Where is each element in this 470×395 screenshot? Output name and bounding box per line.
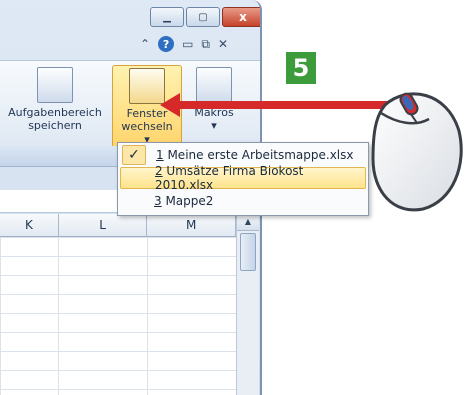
- macros-button[interactable]: Makros ▾: [186, 65, 242, 132]
- column-header-row: K L M: [0, 214, 236, 237]
- column-header-l[interactable]: L: [59, 214, 148, 236]
- ribbon-minimize-icon[interactable]: ▭: [182, 37, 193, 51]
- scroll-up-icon[interactable]: ▲: [237, 214, 259, 231]
- menu-item-1-key: 1: [156, 148, 164, 162]
- close-button[interactable]: x: [222, 7, 260, 27]
- minimize-icon: ▁: [163, 11, 171, 23]
- menu-item-2-label: Umsätze Firma Biokost 2010.xlsx: [154, 164, 304, 192]
- pointer-arrow-icon: [160, 93, 180, 117]
- save-workspace-icon: [37, 67, 73, 103]
- check-icon: ✓: [122, 145, 146, 165]
- maximize-button[interactable]: ▢: [186, 7, 220, 27]
- minimize-button[interactable]: ▁: [150, 7, 184, 27]
- menu-item-2-key: 2: [154, 164, 163, 178]
- ribbon-close-icon[interactable]: ✕: [218, 37, 228, 51]
- ribbon-top-controls: ⌃ ? ▭ ⧉ ✕: [140, 36, 228, 52]
- macros-icon: [196, 67, 232, 103]
- close-icon: x: [239, 10, 247, 24]
- scroll-thumb[interactable]: [240, 233, 256, 271]
- step-badge: 5: [286, 52, 316, 84]
- maximize-icon: ▢: [198, 11, 208, 23]
- save-workspace-label-2: speichern: [28, 119, 82, 132]
- column-header-k[interactable]: K: [0, 214, 59, 236]
- menu-item-3-label: Mappe2: [161, 194, 214, 208]
- menu-item-workbook-2[interactable]: 2 Umsätze Firma Biokost 2010.xlsx: [120, 164, 366, 192]
- save-workspace-button[interactable]: Aufgabenbereich speichern: [6, 65, 104, 132]
- macros-label-2: ▾: [211, 119, 217, 132]
- help-icon[interactable]: ?: [158, 36, 175, 52]
- vertical-scrollbar[interactable]: ▲: [236, 214, 259, 395]
- column-header-m[interactable]: M: [147, 214, 236, 236]
- window-controls: ▁ ▢ x: [150, 7, 260, 27]
- menu-item-workbook-3[interactable]: 3 Mappe2: [120, 191, 366, 211]
- cell-grid[interactable]: [0, 237, 236, 395]
- restore-icon[interactable]: ⧉: [201, 37, 210, 52]
- menu-item-3-key: 3: [154, 194, 162, 208]
- menu-item-workbook-1[interactable]: ✓ 1 Meine erste Arbeitsmappe.xlsx: [120, 145, 366, 165]
- switch-window-menu: ✓ 1 Meine erste Arbeitsmappe.xlsx 2 Umsä…: [117, 142, 369, 216]
- menu-item-1-label: Meine erste Arbeitsmappe.xlsx: [163, 148, 354, 162]
- chevron-up-icon[interactable]: ⌃: [140, 37, 150, 51]
- mouse-icon: [371, 92, 463, 212]
- save-workspace-label-1: Aufgabenbereich: [8, 106, 102, 119]
